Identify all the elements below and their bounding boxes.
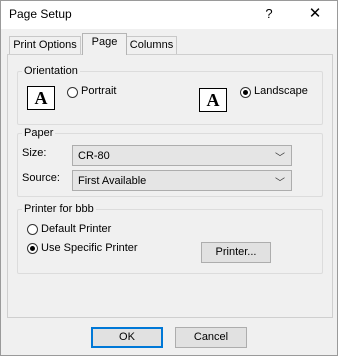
- source-dropdown[interactable]: First Available ﹀: [72, 170, 292, 191]
- portrait-page-icon: A: [27, 86, 55, 110]
- source-value: First Available: [78, 175, 147, 187]
- landscape-page-icon: A: [199, 88, 227, 112]
- printer-group-label: Printer for bbb: [22, 203, 96, 215]
- portrait-label: Portrait: [81, 85, 117, 97]
- orientation-group-label: Orientation: [22, 65, 80, 77]
- help-icon[interactable]: ?: [259, 4, 279, 24]
- specific-printer-label: Use Specific Printer: [41, 242, 138, 254]
- tab-label: Page: [91, 36, 118, 48]
- size-label: Size:: [22, 147, 47, 159]
- tab-panel-page: Orientation A Portrait A Landscape Paper…: [7, 54, 333, 318]
- paper-group-label: Paper: [22, 127, 56, 139]
- default-printer-radio[interactable]: [27, 224, 38, 235]
- tab-print-options[interactable]: Print Options: [9, 36, 81, 54]
- landscape-label: Landscape: [254, 85, 308, 97]
- tab-label: Print Options: [13, 39, 77, 51]
- chevron-down-icon: ﹀: [275, 153, 285, 164]
- window-title: Page Setup: [9, 7, 72, 21]
- tab-label: Columns: [129, 39, 174, 51]
- orientation-group: [17, 71, 323, 125]
- close-icon[interactable]: ✕: [304, 4, 326, 24]
- default-printer-label: Default Printer: [41, 223, 112, 235]
- tab-page[interactable]: Page: [82, 33, 127, 55]
- tab-columns[interactable]: Columns: [126, 36, 177, 54]
- source-label: Source:: [22, 172, 60, 184]
- page-setup-dialog: Page Setup ? ✕ Print Options Page Column…: [0, 0, 338, 356]
- specific-printer-radio[interactable]: [27, 243, 38, 254]
- size-dropdown[interactable]: CR-80 ﹀: [72, 145, 292, 166]
- ok-button[interactable]: OK: [91, 327, 163, 348]
- landscape-radio[interactable]: [240, 87, 251, 98]
- chevron-down-icon: ﹀: [275, 178, 285, 189]
- portrait-radio[interactable]: [67, 87, 78, 98]
- printer-button[interactable]: Printer...: [201, 242, 271, 263]
- title-bar: Page Setup ? ✕: [1, 1, 337, 29]
- cancel-button[interactable]: Cancel: [175, 327, 247, 348]
- size-value: CR-80: [78, 150, 110, 162]
